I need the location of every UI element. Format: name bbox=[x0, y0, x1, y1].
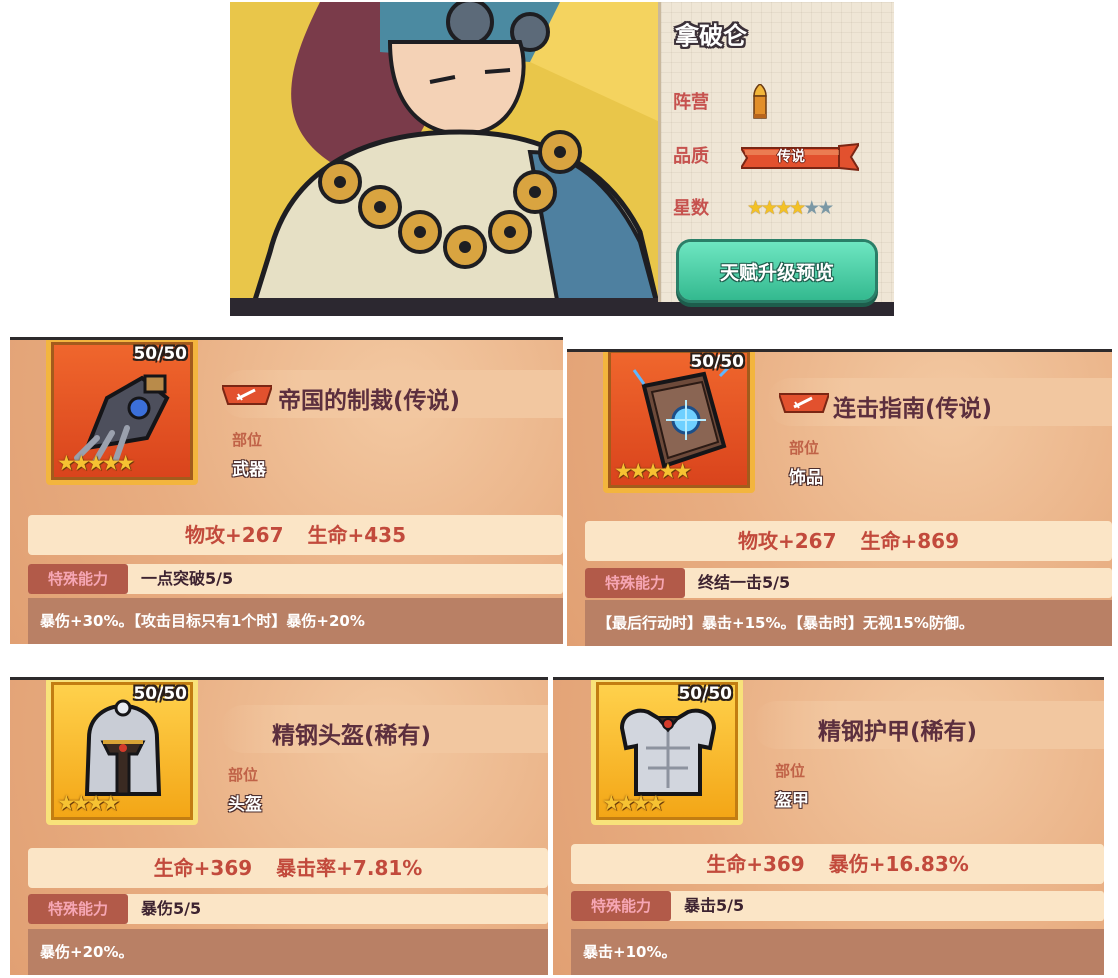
equipment-star-rating: ★★★★★ bbox=[57, 451, 135, 475]
hero-star-rating: ★★★★★★ bbox=[747, 197, 834, 219]
quality-label: 品质 bbox=[673, 146, 709, 167]
special-ability-row: 特殊能力 暴击5/5 bbox=[571, 891, 1104, 921]
part-label: 部位 bbox=[228, 766, 259, 784]
sword-tag-icon bbox=[222, 385, 272, 405]
special-ability-name: 一点突破5/5 bbox=[141, 569, 234, 588]
faction-label: 阵营 bbox=[673, 92, 709, 113]
star-empty-icon: ★ bbox=[803, 197, 820, 219]
part-label: 部位 bbox=[232, 431, 263, 449]
special-ability-tag: 特殊能力 bbox=[28, 894, 128, 924]
stat-primary: 生命+369 bbox=[706, 852, 805, 876]
equipment-star-rating: ★★★★ bbox=[57, 791, 120, 815]
star-empty-icon: ★ bbox=[817, 197, 834, 219]
quality-value: 传说 bbox=[777, 149, 805, 165]
stats-bar: 物攻+267 生命+435 bbox=[28, 515, 563, 555]
equipment-card[interactable]: 50/50 ★★★★ 精钢护甲(稀有) 部位 盔甲 生命+369 暴伤+16.83… bbox=[553, 677, 1104, 975]
star-filled-icon: ★ bbox=[761, 197, 778, 219]
equipment-icon-frame[interactable]: 50/50 ★★★★★ bbox=[603, 349, 755, 493]
star-filled-icon: ★ bbox=[775, 197, 792, 219]
stat-secondary: 生命+435 bbox=[307, 523, 407, 547]
equipment-star-rating: ★★★★ bbox=[602, 791, 665, 815]
hero-panel: 拿破仑 阵营 品质 传说 星数 ★★★★★★ 天赋升级预览 bbox=[230, 2, 894, 316]
special-ability-name: 暴伤5/5 bbox=[141, 899, 202, 918]
equipment-level: 50/50 bbox=[133, 684, 187, 704]
steel-armor-icon bbox=[619, 708, 717, 796]
equipment-title: 精钢护甲(稀有) bbox=[818, 719, 978, 745]
stat-secondary: 生命+869 bbox=[860, 529, 960, 553]
part-value: 头盔 bbox=[228, 795, 262, 815]
part-value: 武器 bbox=[232, 460, 266, 480]
bullet-icon bbox=[753, 84, 767, 119]
star-filled-icon: ★ bbox=[747, 197, 764, 219]
special-ability-row: 特殊能力 终结一击5/5 bbox=[585, 568, 1112, 598]
stats-bar: 生命+369 暴击率+7.81% bbox=[28, 848, 548, 888]
equipment-title: 连击指南(传说) bbox=[833, 396, 993, 422]
star-filled-icon: ★ bbox=[789, 197, 806, 219]
stat-secondary: 暴伤+16.83% bbox=[828, 852, 969, 876]
special-ability-row: 特殊能力 暴伤5/5 bbox=[28, 894, 548, 924]
special-ability-row: 特殊能力 一点突破5/5 bbox=[28, 564, 563, 594]
equipment-star-rating: ★★★★★ bbox=[614, 459, 692, 483]
special-ability-tag: 特殊能力 bbox=[571, 891, 671, 921]
claw-gauntlet-icon bbox=[74, 374, 170, 465]
equipment-icon-frame[interactable]: 50/50 ★★★★★ bbox=[46, 337, 198, 485]
stat-primary: 物攻+267 bbox=[737, 529, 837, 553]
special-ability-name: 暴击5/5 bbox=[684, 896, 745, 915]
steel-helmet-icon bbox=[84, 699, 162, 796]
special-ability-name: 终结一击5/5 bbox=[698, 573, 791, 592]
stat-secondary: 暴击率+7.81% bbox=[276, 856, 423, 880]
equipment-level: 50/50 bbox=[133, 344, 187, 364]
hero-name: 拿破仑 bbox=[675, 22, 747, 50]
quality-badge: 传说 bbox=[741, 142, 859, 172]
equipment-card[interactable]: 50/50 ★★★★★ 帝国的制裁(传说) 部位 武器 物攻+267 生命+435… bbox=[10, 337, 563, 644]
equipment-title: 帝国的制裁(传说) bbox=[278, 388, 461, 414]
special-ability-tag: 特殊能力 bbox=[585, 568, 685, 598]
special-ability-tag: 特殊能力 bbox=[28, 564, 128, 594]
equipment-title: 精钢头盔(稀有) bbox=[272, 723, 432, 749]
part-label: 部位 bbox=[775, 762, 806, 780]
ability-description: 暴击+10%。 bbox=[571, 929, 1104, 975]
stats-bar: 物攻+267 生命+869 bbox=[585, 521, 1112, 561]
equipment-level: 50/50 bbox=[690, 352, 744, 372]
sword-tag-icon bbox=[779, 393, 829, 413]
hero-portrait bbox=[230, 2, 660, 316]
spellbook-icon bbox=[632, 366, 732, 469]
equipment-card[interactable]: 50/50 ★★★★ 精钢头盔(稀有) 部位 头盔 生命+369 暴击率+7.81… bbox=[10, 677, 548, 975]
ability-description: 暴伤+20%。 bbox=[28, 929, 548, 975]
stat-primary: 生命+369 bbox=[153, 856, 253, 880]
equipment-icon-frame[interactable]: 50/50 ★★★★ bbox=[591, 677, 743, 825]
part-label: 部位 bbox=[789, 439, 820, 457]
stat-primary: 物攻+267 bbox=[184, 523, 284, 547]
equipment-card[interactable]: 50/50 ★★★★★ 连击指南(传说) 部位 饰品 物攻+267 生命+869 … bbox=[567, 349, 1112, 646]
ability-description: 【最后行动时】暴击+15%。【暴击时】无视15%防御。 bbox=[585, 600, 1112, 646]
stats-bar: 生命+369 暴伤+16.83% bbox=[571, 844, 1104, 884]
hero-info-card: 拿破仑 阵营 品质 传说 星数 ★★★★★★ 天赋升级预览 bbox=[658, 2, 894, 302]
equipment-icon-frame[interactable]: 50/50 ★★★★ bbox=[46, 677, 198, 825]
ability-description: 暴伤+30%。【攻击目标只有1个时】暴伤+20% bbox=[28, 598, 563, 644]
part-value: 盔甲 bbox=[775, 791, 809, 811]
part-value: 饰品 bbox=[789, 468, 823, 488]
equipment-level: 50/50 bbox=[678, 684, 732, 704]
talent-upgrade-preview-button[interactable]: 天赋升级预览 bbox=[679, 242, 875, 300]
stars-label: 星数 bbox=[673, 198, 709, 219]
